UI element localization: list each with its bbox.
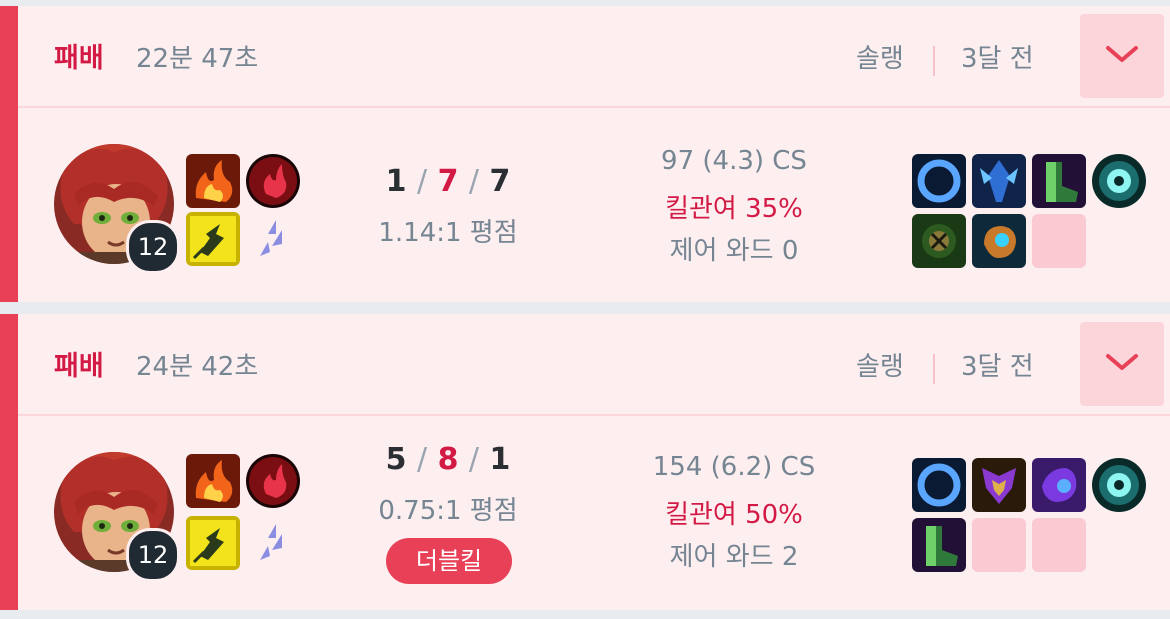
item-icon[interactable]	[912, 154, 966, 208]
control-wards: 제어 와드 2	[669, 542, 799, 572]
item-icon[interactable]	[912, 458, 966, 512]
queue-type: 솔랭	[856, 352, 904, 382]
control-wards: 제어 와드 0	[669, 236, 799, 266]
champion-level: 12	[126, 220, 180, 274]
empty-item-slot	[1032, 214, 1086, 268]
loss-accent-bar	[0, 314, 18, 610]
kda-separator: /	[468, 442, 479, 477]
kills-count: 5	[385, 442, 407, 477]
ignite-spell-icon[interactable]	[186, 154, 240, 208]
kda-separator: /	[417, 442, 428, 477]
flash-spell-icon[interactable]	[186, 516, 240, 570]
header-divider	[933, 46, 935, 76]
match-card[interactable]: 패배 24분 42초 솔랭 3달 전 12 5 / 8 / 1 0.75:1 평…	[0, 314, 1170, 610]
kda-separator: /	[468, 164, 479, 199]
item-icon[interactable]	[912, 518, 966, 572]
empty-item-slot	[972, 518, 1026, 572]
time-ago: 3달 전	[961, 44, 1034, 74]
assists-count: 1	[489, 442, 511, 477]
empty-item-slot	[1032, 518, 1086, 572]
electrocute-rune-icon[interactable]	[246, 454, 300, 508]
match-card[interactable]: 패배 22분 47초 솔랭 3달 전 12 1 / 7 / 7 1.14:1 평…	[0, 6, 1170, 302]
kda-ratio: 1.14:1 평점	[378, 218, 518, 248]
item-icon[interactable]	[1092, 154, 1146, 208]
match-header: 패배 24분 42초 솔랭 3달 전	[18, 314, 1170, 416]
header-divider	[933, 354, 935, 384]
match-duration: 22분 47초	[136, 44, 259, 74]
item-icon[interactable]	[972, 154, 1026, 208]
kda-separator: /	[417, 164, 428, 199]
item-icon[interactable]	[1032, 154, 1086, 208]
kda-score: 5 / 8 / 1	[348, 442, 548, 477]
match-result: 패배	[54, 351, 104, 382]
loss-accent-bar	[0, 6, 18, 302]
kill-participation: 킬관여 35%	[665, 194, 803, 224]
deaths-count: 8	[437, 442, 459, 477]
assists-count: 7	[489, 164, 511, 199]
champion-level: 12	[126, 528, 180, 582]
kda-score: 1 / 7 / 7	[348, 164, 548, 199]
item-icon[interactable]	[912, 214, 966, 268]
chevron-down-icon	[1106, 354, 1138, 370]
queue-type: 솔랭	[856, 44, 904, 74]
expand-button[interactable]	[1080, 322, 1164, 406]
electrocute-rune-icon[interactable]	[246, 154, 300, 208]
item-icon[interactable]	[972, 214, 1026, 268]
item-icon[interactable]	[1032, 458, 1086, 512]
sorcery-rune-icon[interactable]	[246, 212, 300, 266]
cs-count: 97 (4.3) CS	[661, 146, 807, 176]
ignite-spell-icon[interactable]	[186, 454, 240, 508]
match-body: 12 1 / 7 / 7 1.14:1 평점 97 (4.3) CS 킬관여 3…	[18, 108, 1170, 308]
kills-count: 1	[385, 164, 407, 199]
item-icon[interactable]	[1092, 458, 1146, 512]
kda-ratio: 0.75:1 평점	[378, 496, 518, 526]
deaths-count: 7	[437, 164, 459, 199]
cs-count: 154 (6.2) CS	[652, 452, 816, 482]
match-result: 패배	[54, 43, 104, 74]
match-duration: 24분 42초	[136, 352, 259, 382]
item-icon[interactable]	[972, 458, 1026, 512]
time-ago: 3달 전	[961, 352, 1034, 382]
kill-participation: 킬관여 50%	[665, 500, 803, 530]
chevron-down-icon	[1106, 46, 1138, 62]
match-body: 12 5 / 8 / 1 0.75:1 평점 더블킬 154 (6.2) CS …	[18, 416, 1170, 616]
sorcery-rune-icon[interactable]	[246, 516, 300, 570]
multikill-badge: 더블킬	[386, 538, 512, 584]
match-header: 패배 22분 47초 솔랭 3달 전	[18, 6, 1170, 108]
expand-button[interactable]	[1080, 14, 1164, 98]
flash-spell-icon[interactable]	[186, 212, 240, 266]
